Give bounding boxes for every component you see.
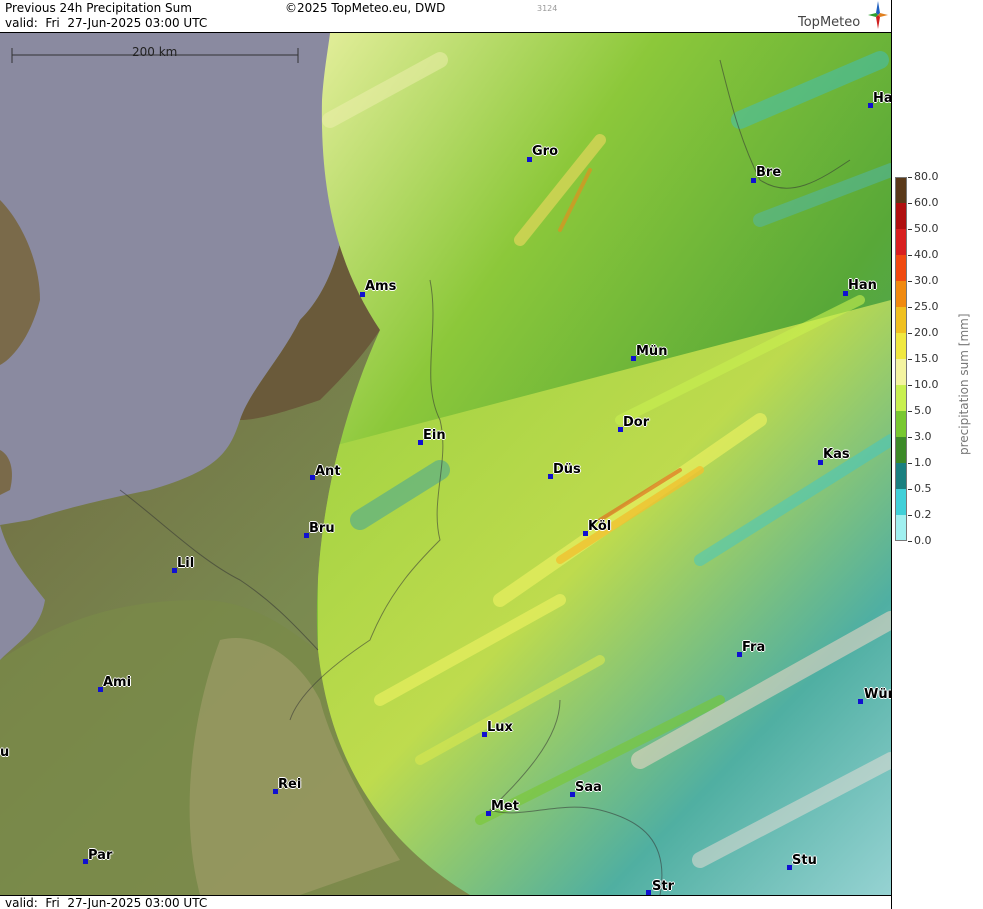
city-label[interactable]: Düs bbox=[553, 462, 581, 477]
city-label[interactable]: Saa bbox=[575, 780, 602, 795]
legend-level-label: 25.0 bbox=[914, 300, 939, 313]
topmeteo-logo[interactable]: TopMeteo bbox=[798, 0, 890, 33]
legend-level-label: 60.0 bbox=[914, 196, 939, 209]
city-label[interactable]: Ant bbox=[315, 464, 341, 479]
legend-tick bbox=[908, 255, 912, 256]
legend-swatch bbox=[895, 177, 907, 203]
city-label[interactable]: Mün bbox=[636, 344, 667, 359]
legend-tick bbox=[908, 307, 912, 308]
city-label[interactable]: Fra bbox=[742, 640, 765, 655]
city-label[interactable]: Str bbox=[652, 879, 674, 894]
city-label[interactable]: Rei bbox=[278, 777, 301, 792]
legend-level-label: 5.0 bbox=[914, 404, 932, 417]
legend-level-label: 0.0 bbox=[914, 534, 932, 547]
logo-text: TopMeteo bbox=[798, 15, 861, 30]
legend-swatch bbox=[895, 229, 907, 255]
city-label[interactable]: Ein bbox=[423, 428, 446, 443]
legend-level-label: 1.0 bbox=[914, 456, 932, 469]
legend-tick bbox=[908, 515, 912, 516]
header-bar: Previous 24h Precipitation Sum valid: Fr… bbox=[0, 0, 891, 33]
city-label[interactable]: Par bbox=[88, 848, 112, 863]
legend-swatch bbox=[895, 255, 907, 281]
legend-level-label: 0.5 bbox=[914, 482, 932, 495]
legend-tick bbox=[908, 333, 912, 334]
legend-tick bbox=[908, 489, 912, 490]
legend-swatch bbox=[895, 385, 907, 411]
legend-tick bbox=[908, 463, 912, 464]
city-label[interactable]: Bre bbox=[756, 165, 781, 180]
scale-label: 200 km bbox=[132, 45, 178, 59]
compass-star-icon bbox=[868, 1, 888, 29]
legend-tick bbox=[908, 437, 912, 438]
map-code: 3124 bbox=[537, 4, 558, 13]
legend-title: precipitation sum [mm] bbox=[957, 313, 971, 455]
legend-tick bbox=[908, 177, 912, 178]
legend-level-label: 40.0 bbox=[914, 248, 939, 261]
legend-level-label: 50.0 bbox=[914, 222, 939, 235]
legend-tick bbox=[908, 359, 912, 360]
footer-valid-time: valid: Fri 27-Jun-2025 03:00 UTC bbox=[5, 896, 208, 909]
legend-swatch bbox=[895, 281, 907, 307]
city-label[interactable]: Ami bbox=[103, 675, 131, 690]
legend-level-label: 15.0 bbox=[914, 352, 939, 365]
legend-swatch bbox=[895, 307, 907, 333]
legend-level-label: 20.0 bbox=[914, 326, 939, 339]
legend-swatch bbox=[895, 515, 907, 541]
copyright-notice: ©2025 TopMeteo.eu, DWD bbox=[285, 1, 446, 15]
legend-tick bbox=[908, 411, 912, 412]
legend-level-label: 30.0 bbox=[914, 274, 939, 287]
map-canvas bbox=[0, 33, 891, 895]
legend-tick bbox=[908, 541, 912, 542]
legend-tick bbox=[908, 281, 912, 282]
legend-swatch bbox=[895, 463, 907, 489]
footer-bar: valid: Fri 27-Jun-2025 03:00 UTC bbox=[0, 895, 891, 909]
legend-tick bbox=[908, 203, 912, 204]
legend-level-label: 0.2 bbox=[914, 508, 932, 521]
legend-swatch bbox=[895, 333, 907, 359]
city-label[interactable]: Ha bbox=[873, 91, 891, 106]
city-label[interactable]: Köl bbox=[588, 519, 611, 534]
valid-time: valid: Fri 27-Jun-2025 03:00 UTC bbox=[5, 16, 208, 30]
legend-swatch bbox=[895, 411, 907, 437]
legend-swatch bbox=[895, 489, 907, 515]
legend-tick bbox=[908, 385, 912, 386]
city-label[interactable]: u bbox=[0, 745, 9, 760]
city-label[interactable]: Kas bbox=[823, 447, 850, 462]
city-label[interactable]: Dor bbox=[623, 415, 649, 430]
city-label[interactable]: Met bbox=[491, 799, 519, 814]
city-label[interactable]: Lil bbox=[177, 556, 194, 571]
city-label[interactable]: Gro bbox=[532, 144, 558, 159]
city-label[interactable]: Wür bbox=[864, 687, 891, 702]
legend-level-label: 3.0 bbox=[914, 430, 932, 443]
city-label[interactable]: Ams bbox=[365, 279, 396, 294]
legend-tick bbox=[908, 229, 912, 230]
legend-swatch bbox=[895, 437, 907, 463]
city-label[interactable]: Stu bbox=[792, 853, 817, 868]
city-marker bbox=[858, 699, 863, 704]
legend-swatch bbox=[895, 203, 907, 229]
city-label[interactable]: Bru bbox=[309, 521, 335, 536]
city-label[interactable]: Han bbox=[848, 278, 877, 293]
map-title: Previous 24h Precipitation Sum bbox=[5, 1, 192, 15]
legend-level-label: 10.0 bbox=[914, 378, 939, 391]
legend-swatch bbox=[895, 359, 907, 385]
city-label[interactable]: Lux bbox=[487, 720, 513, 735]
precipitation-map[interactable]: 200 km Ha Gro Bre Ams Han Mün Ein Dor Ka… bbox=[0, 33, 891, 895]
legend-level-label: 80.0 bbox=[914, 170, 939, 183]
